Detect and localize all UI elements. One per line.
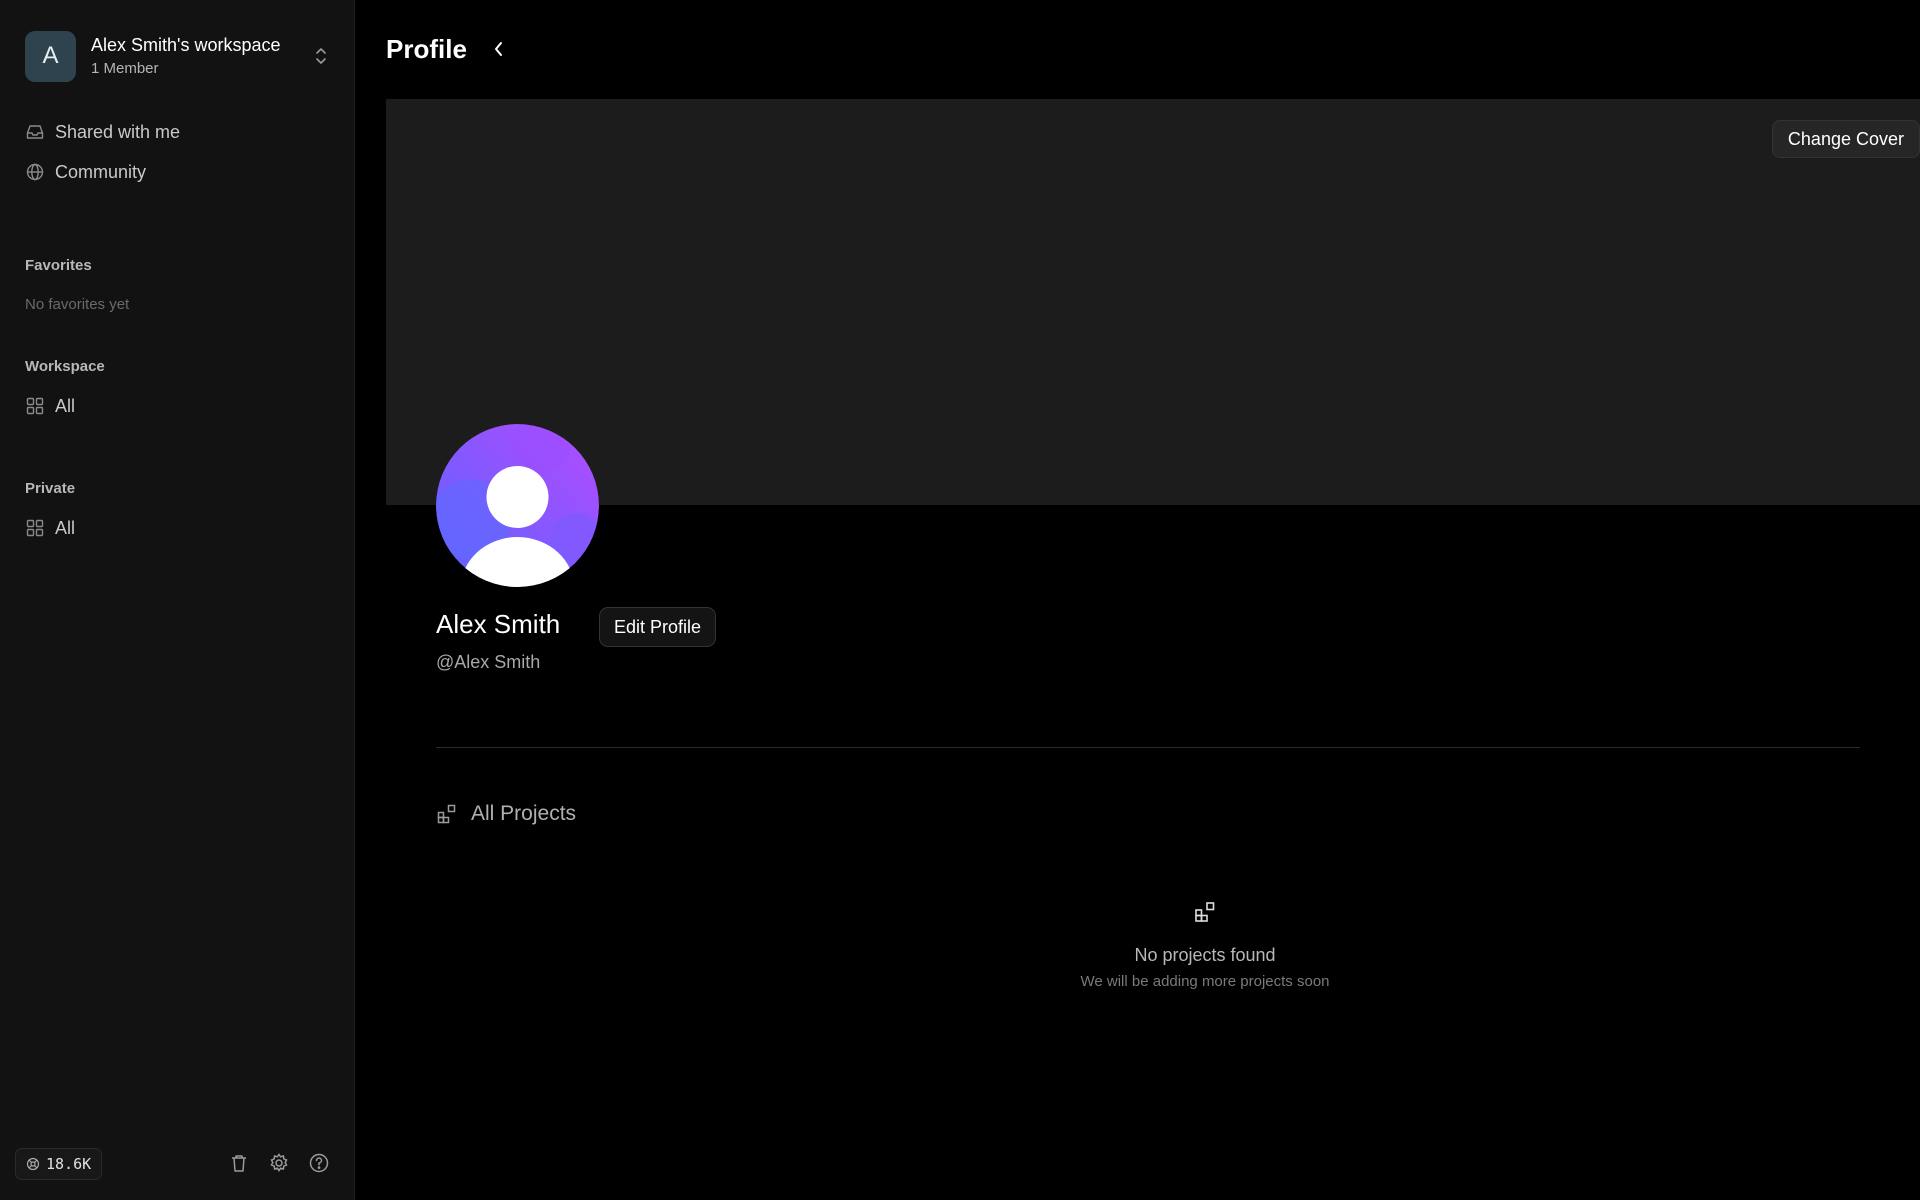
sidebar-item-label: Community <box>55 161 147 182</box>
chevron-up-down-icon[interactable] <box>312 44 330 68</box>
grid-icon <box>26 519 44 537</box>
grid-icon <box>26 397 44 415</box>
projects-heading: All Projects <box>436 802 576 826</box>
sidebar-item-private-all[interactable]: All <box>25 513 75 543</box>
workspace-avatar: A <box>25 30 76 82</box>
app: A Alex Smith's workspace 1 Member Shared… <box>0 0 1920 1200</box>
chevron-left-icon[interactable] <box>487 37 511 61</box>
footer-actions <box>228 1152 330 1174</box>
projects-icon <box>1195 902 1215 922</box>
profile-name: Alex Smith <box>436 609 561 639</box>
sidebar-item-label: All <box>55 395 76 416</box>
help-icon[interactable] <box>308 1152 330 1174</box>
sidebar-footer: 18.6K <box>15 1148 340 1180</box>
private-section-title: Private <box>25 480 76 497</box>
sidebar-item-workspace-all[interactable]: All <box>25 391 75 421</box>
credits-badge[interactable]: 18.6K <box>15 1148 103 1180</box>
empty-state-subtitle: We will be adding more projects soon <box>1080 973 1330 990</box>
sidebar: A Alex Smith's workspace 1 Member Shared… <box>0 0 355 1200</box>
workspace-text: Alex Smith's workspace 1 Member <box>91 33 281 79</box>
credits-icon <box>26 1157 40 1171</box>
workspace-name: Alex Smith's workspace <box>91 35 281 55</box>
inbox-icon <box>26 125 44 139</box>
globe-icon <box>26 163 44 181</box>
workspace-members: 1 Member <box>91 60 159 77</box>
sidebar-item-label: All <box>55 517 76 538</box>
credits-value: 18.6K <box>46 1155 92 1173</box>
workspace-section-title: Workspace <box>25 358 105 375</box>
page-title: Profile <box>386 34 467 64</box>
projects-icon <box>437 804 456 824</box>
change-cover-button[interactable]: Change Cover <box>1771 120 1920 158</box>
gear-icon[interactable] <box>268 1152 290 1174</box>
divider <box>436 747 1860 748</box>
sidebar-item-shared-with-me[interactable]: Shared with me <box>25 117 180 147</box>
empty-state-title: No projects found <box>1134 945 1276 965</box>
favorites-empty: No favorites yet <box>25 296 130 313</box>
edit-profile-button[interactable]: Edit Profile <box>599 607 717 647</box>
sidebar-item-label: Shared with me <box>55 121 181 142</box>
profile-handle: @Alex Smith <box>436 652 541 672</box>
main-content: Profile Change Cover Alex Smith Edit Pro… <box>355 0 1920 1200</box>
profile-cover: Change Cover <box>386 99 1920 505</box>
avatar[interactable] <box>436 424 599 587</box>
empty-state: No projects found We will be adding more… <box>905 900 1505 990</box>
favorites-title: Favorites <box>25 257 92 274</box>
sidebar-item-community[interactable]: Community <box>25 157 146 187</box>
trash-icon[interactable] <box>228 1152 250 1174</box>
workspace-switcher[interactable]: A Alex Smith's workspace 1 Member <box>25 30 330 82</box>
projects-heading-label: All Projects <box>471 802 577 825</box>
